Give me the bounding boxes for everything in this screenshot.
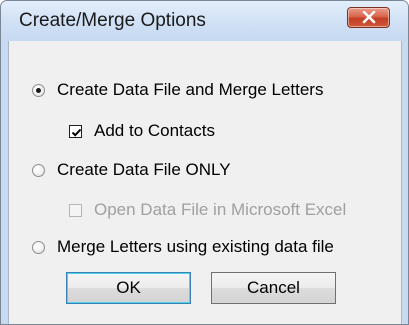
option-add-to-contacts-label: Add to Contacts xyxy=(94,121,215,140)
radio-create-and-merge[interactable] xyxy=(32,83,45,97)
radio-selected-dot xyxy=(36,87,41,93)
title-bar[interactable]: Create/Merge Options xyxy=(1,1,408,41)
option-create-only-label: Create Data File ONLY xyxy=(57,160,231,179)
close-x-icon xyxy=(362,11,376,24)
radio-create-only[interactable] xyxy=(32,163,45,177)
checkmark-icon xyxy=(71,128,82,137)
checkbox-open-in-excel xyxy=(69,203,82,217)
option-create-and-merge-label: Create Data File and Merge Letters xyxy=(57,80,324,99)
option-open-in-excel-label: Open Data File in Microsoft Excel xyxy=(94,200,347,219)
window-title: Create/Merge Options xyxy=(19,10,206,31)
dialog-window: Create/Merge Options Create Data File an… xyxy=(0,0,409,325)
ok-button[interactable]: OK xyxy=(66,272,191,304)
cancel-button[interactable]: Cancel xyxy=(211,272,336,304)
option-add-to-contacts[interactable]: Add to Contacts xyxy=(69,120,215,142)
option-open-in-excel: Open Data File in Microsoft Excel xyxy=(69,199,346,221)
option-merge-existing-label: Merge Letters using existing data file xyxy=(57,237,334,256)
radio-merge-existing[interactable] xyxy=(32,240,45,254)
option-create-only[interactable]: Create Data File ONLY xyxy=(32,159,231,181)
checkbox-add-to-contacts[interactable] xyxy=(69,124,82,138)
option-merge-existing[interactable]: Merge Letters using existing data file xyxy=(32,236,334,258)
close-button[interactable] xyxy=(347,7,390,28)
option-create-and-merge[interactable]: Create Data File and Merge Letters xyxy=(32,79,323,101)
dialog-body: Create Data File and Merge Letters Add t… xyxy=(8,41,402,324)
